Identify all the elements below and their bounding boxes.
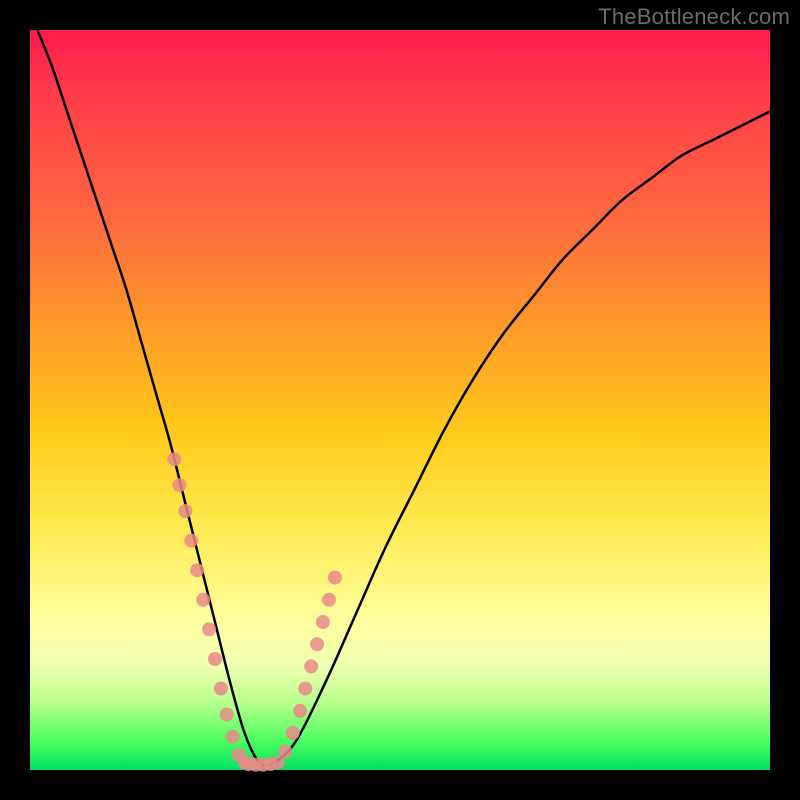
bottleneck-curve (37, 30, 770, 766)
marker-dot (196, 593, 210, 607)
marker-dot (316, 615, 330, 629)
marker-dot (298, 682, 312, 696)
marker-dot (208, 652, 222, 666)
marker-dot (310, 637, 324, 651)
marker-dot (167, 452, 181, 466)
marker-dot (202, 622, 216, 636)
marker-dot (220, 708, 234, 722)
marker-dot (214, 682, 228, 696)
chart-frame: TheBottleneck.com (0, 0, 800, 800)
marker-dot (293, 704, 307, 718)
marker-dot (286, 726, 300, 740)
watermark-text: TheBottleneck.com (598, 4, 790, 30)
marker-dot (304, 659, 318, 673)
marker-dot (322, 593, 336, 607)
marker-dot (184, 534, 198, 548)
marker-dot (178, 504, 192, 518)
marker-dot (190, 563, 204, 577)
marker-dot (226, 730, 240, 744)
chart-plot-area (30, 30, 770, 770)
marker-group (167, 452, 342, 772)
marker-dot (173, 478, 187, 492)
chart-svg (30, 30, 770, 770)
marker-dot (328, 571, 342, 585)
marker-dot (278, 745, 292, 759)
